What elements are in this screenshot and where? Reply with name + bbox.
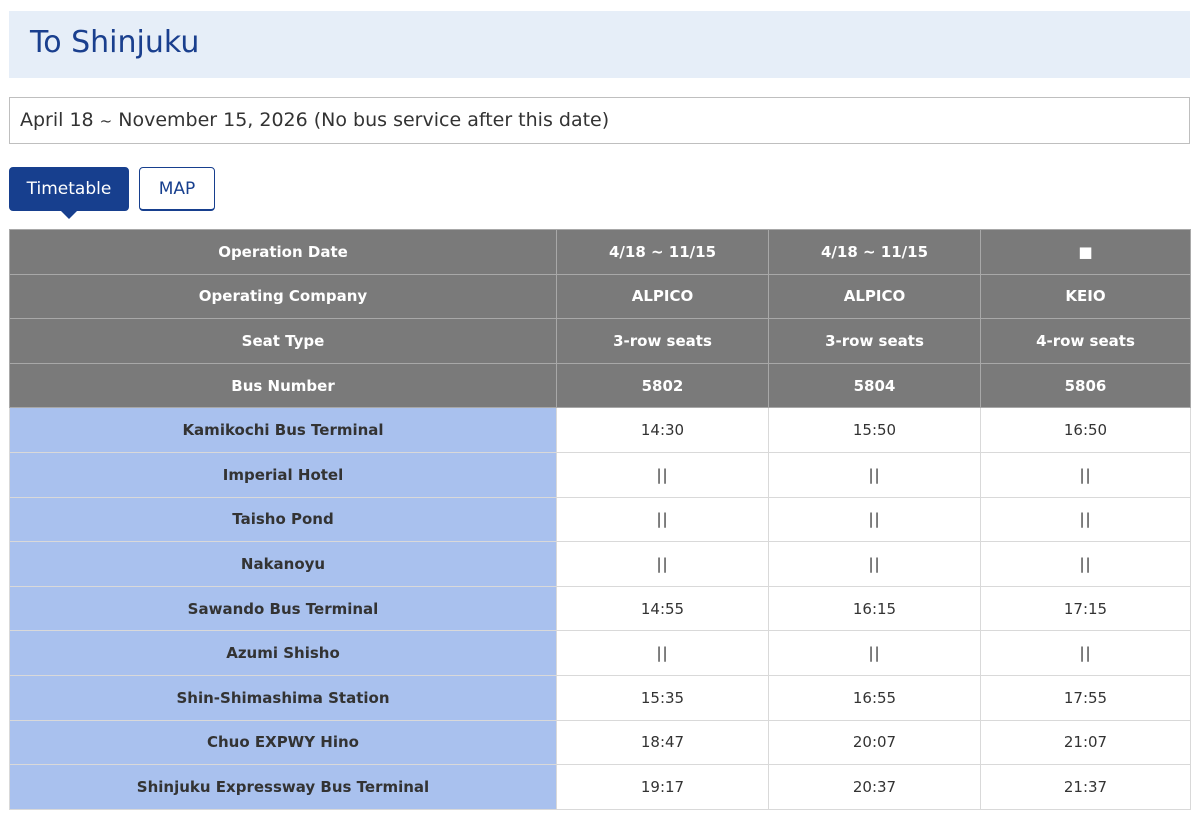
header-cell: KEIO: [980, 273, 1191, 320]
timetable: Operation Date 4/18 ~ 11/15 4/18 ~ 11/15…: [9, 229, 1191, 810]
time-cell: 16:15: [768, 585, 981, 632]
pass-mark: ||: [768, 496, 981, 543]
table-row: Sawando Bus Terminal 14:55 16:15 17:15: [9, 585, 1191, 632]
header-cell: 5804: [768, 362, 981, 409]
header-cell: 5806: [980, 362, 1191, 409]
time-cell: 15:50: [768, 407, 981, 453]
header-cell: 4-row seats: [980, 318, 1191, 364]
time-cell: 18:47: [556, 719, 769, 766]
stop-name: Kamikochi Bus Terminal: [9, 407, 557, 453]
stop-name: Chuo EXPWY Hino: [9, 719, 557, 766]
header-row-seat-type: Seat Type 3-row seats 3-row seats 4-row …: [9, 318, 1191, 364]
pass-mark: ||: [980, 541, 1191, 587]
table-row: Azumi Shisho || || ||: [9, 630, 1191, 676]
table-row: Shin-Shimashima Station 15:35 16:55 17:5…: [9, 674, 1191, 721]
time-cell: 20:07: [768, 719, 981, 766]
table-row: Taisho Pond || || ||: [9, 496, 1191, 543]
time-cell: 21:07: [980, 719, 1191, 766]
time-cell: 21:37: [980, 764, 1191, 810]
pass-mark: ||: [556, 496, 769, 543]
period-end: November 15, 2026 (No bus service after …: [118, 109, 610, 131]
header-row-operation-date: Operation Date 4/18 ~ 11/15 4/18 ~ 11/15…: [9, 229, 1191, 275]
header-cell: ALPICO: [556, 273, 769, 320]
row-label: Operation Date: [9, 229, 557, 275]
time-cell: 17:15: [980, 585, 1191, 632]
time-cell: 16:55: [768, 674, 981, 721]
header-cell: 3-row seats: [768, 318, 981, 364]
active-tab-pointer: [60, 210, 78, 219]
table-row: Imperial Hotel || || ||: [9, 451, 1191, 498]
row-label: Operating Company: [9, 273, 557, 320]
pass-mark: ||: [556, 541, 769, 587]
stop-name: Sawando Bus Terminal: [9, 585, 557, 632]
period-start: April 18: [20, 109, 94, 131]
timetable-body: Operation Date 4/18 ~ 11/15 4/18 ~ 11/15…: [9, 229, 1191, 810]
stop-name: Taisho Pond: [9, 496, 557, 543]
stop-name: Shinjuku Expressway Bus Terminal: [9, 764, 557, 810]
pass-mark: ||: [980, 630, 1191, 676]
stop-name: Shin-Shimashima Station: [9, 674, 557, 721]
table-row: Shinjuku Expressway Bus Terminal 19:17 2…: [9, 764, 1191, 810]
stop-name: Nakanoyu: [9, 541, 557, 587]
time-cell: 15:35: [556, 674, 769, 721]
table-row: Kamikochi Bus Terminal 14:30 15:50 16:50: [9, 407, 1191, 453]
time-cell: 16:50: [980, 407, 1191, 453]
time-cell: 14:30: [556, 407, 769, 453]
pass-mark: ||: [768, 630, 981, 676]
stop-name: Imperial Hotel: [9, 451, 557, 498]
header-cell: 4/18 ~ 11/15: [556, 229, 769, 275]
service-period: April 18 ~ November 15, 2026 (No bus servi…: [20, 109, 609, 131]
page-title: To Shinjuku: [30, 25, 200, 60]
pass-mark: ||: [768, 541, 981, 587]
pass-mark: ||: [556, 451, 769, 498]
header-cell: ■: [980, 229, 1191, 275]
row-label: Bus Number: [9, 362, 557, 409]
header-row-bus-number: Bus Number 5802 5804 5806: [9, 362, 1191, 409]
tab-map[interactable]: MAP: [139, 167, 215, 211]
pass-mark: ||: [980, 451, 1191, 498]
header-cell: 3-row seats: [556, 318, 769, 364]
header-cell: 5802: [556, 362, 769, 409]
header-cell: 4/18 ~ 11/15: [768, 229, 981, 275]
table-row: Chuo EXPWY Hino 18:47 20:07 21:07: [9, 719, 1191, 766]
tab-map-label: MAP: [158, 178, 196, 199]
page-header: To Shinjuku: [9, 11, 1190, 78]
time-cell: 19:17: [556, 764, 769, 810]
table-row: Nakanoyu || || ||: [9, 541, 1191, 587]
time-cell: 17:55: [980, 674, 1191, 721]
pass-mark: ||: [768, 451, 981, 498]
period-tilde: ~: [99, 112, 113, 130]
stop-name: Azumi Shisho: [9, 630, 557, 676]
tab-timetable[interactable]: Timetable: [9, 167, 129, 219]
tab-timetable-label: Timetable: [26, 179, 112, 199]
pass-mark: ||: [980, 496, 1191, 543]
time-cell: 14:55: [556, 585, 769, 632]
pass-mark: ||: [556, 630, 769, 676]
header-cell: ALPICO: [768, 273, 981, 320]
header-row-operating-company: Operating Company ALPICO ALPICO KEIO: [9, 273, 1191, 320]
time-cell: 20:37: [768, 764, 981, 810]
row-label: Seat Type: [9, 318, 557, 364]
service-period-box: April 18 ~ November 15, 2026 (No bus servi…: [9, 97, 1190, 144]
